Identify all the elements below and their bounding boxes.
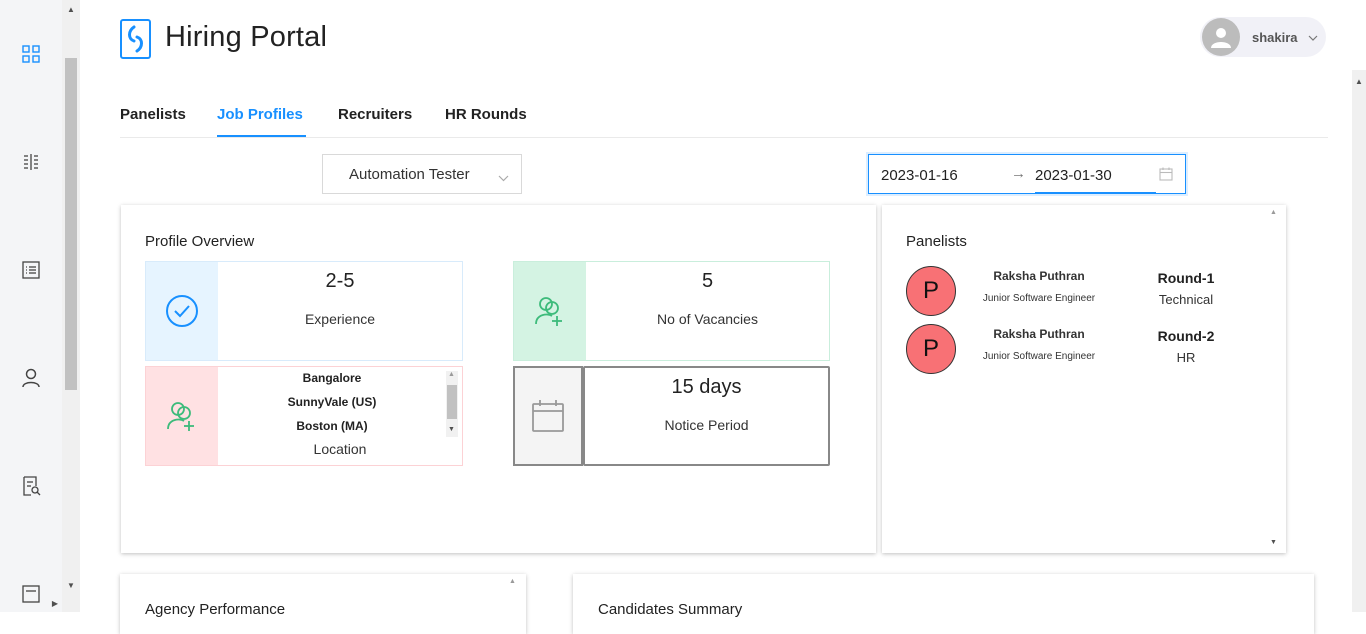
vacancies-body: 5 No of Vacancies bbox=[586, 262, 829, 360]
scroll-down-arrow-icon[interactable]: ▼ bbox=[1270, 539, 1277, 546]
end-date-input[interactable]: 2023-01-30 bbox=[1035, 167, 1112, 184]
experience-body: 2-5 Experience bbox=[218, 262, 462, 360]
card-title: Panelists bbox=[906, 233, 967, 250]
location-scroll-thumb[interactable] bbox=[447, 385, 457, 419]
avatar bbox=[1202, 18, 1240, 56]
location-tile: Bangalore SunnyVale (US) Boston (MA) ▲ ▼… bbox=[145, 366, 463, 466]
user-icon[interactable] bbox=[20, 367, 42, 389]
vacancies-label: No of Vacancies bbox=[657, 311, 758, 327]
location-body: Bangalore SunnyVale (US) Boston (MA) ▲ ▼… bbox=[218, 367, 462, 465]
tab-job-profiles[interactable]: Job Profiles bbox=[217, 106, 303, 123]
location-item: Bangalore bbox=[302, 371, 362, 385]
start-date-input[interactable]: 2023-01-16 bbox=[881, 167, 958, 184]
rail-scroll-thumb[interactable] bbox=[65, 58, 77, 390]
vacancies-tile: 5 No of Vacancies bbox=[513, 261, 830, 361]
location-scrollbar[interactable]: ▲ ▼ bbox=[446, 371, 458, 437]
list-icon[interactable] bbox=[20, 583, 42, 605]
vacancies-value: 5 bbox=[701, 270, 714, 292]
experience-value: 2-5 bbox=[325, 270, 355, 292]
tab-hr-rounds[interactable]: HR Rounds bbox=[445, 106, 527, 123]
check-circle-icon bbox=[146, 262, 218, 360]
add-user-icon bbox=[514, 262, 586, 360]
panelist-role: Junior Software Engineer bbox=[982, 351, 1096, 362]
location-list[interactable]: Bangalore SunnyVale (US) Boston (MA) bbox=[218, 367, 446, 439]
calendar-icon[interactable] bbox=[1159, 167, 1173, 186]
page-scrollbar[interactable]: ▲ bbox=[1352, 70, 1366, 612]
chevron-down-icon bbox=[498, 169, 509, 186]
card-title: Profile Overview bbox=[145, 233, 255, 250]
profile-overview-card: Profile Overview 2-5 Experience 5 No of … bbox=[121, 205, 876, 553]
agency-performance-card: Agency Performance ▲ bbox=[120, 574, 526, 634]
scroll-right-arrow-icon[interactable]: ▶ bbox=[48, 596, 62, 610]
panelists-scrollbar[interactable]: ▲ ▼ bbox=[1267, 205, 1281, 553]
panelist-round-type: Technical bbox=[1158, 292, 1214, 307]
panelist-name: Raksha Puthran bbox=[993, 327, 1085, 341]
candidates-summary-card: Candidates Summary bbox=[573, 574, 1314, 634]
notice-period-label: Notice Period bbox=[664, 417, 749, 433]
notice-period-value: 15 days bbox=[671, 376, 742, 398]
location-label: Location bbox=[313, 441, 367, 457]
dashboard-icon[interactable] bbox=[20, 43, 42, 65]
app-logo-icon bbox=[120, 19, 151, 59]
user-menu[interactable]: shakira bbox=[1200, 17, 1326, 57]
panelist-role: Junior Software Engineer bbox=[982, 293, 1096, 304]
job-profile-value: Automation Tester bbox=[349, 165, 470, 183]
tab-recruiters[interactable]: Recruiters bbox=[338, 106, 412, 123]
active-date-indicator bbox=[1035, 192, 1156, 194]
date-range-picker[interactable]: 2023-01-16 → 2023-01-30 bbox=[868, 154, 1186, 194]
app-title: Hiring Portal bbox=[165, 21, 328, 53]
tab-divider bbox=[120, 137, 1328, 138]
scroll-up-arrow-icon[interactable]: ▲ bbox=[448, 371, 455, 378]
user-name: shakira bbox=[1252, 29, 1298, 45]
scroll-down-arrow-icon[interactable]: ▼ bbox=[448, 426, 455, 433]
panelist-name: Raksha Puthran bbox=[993, 269, 1085, 283]
chevron-down-icon bbox=[1308, 28, 1318, 46]
experience-tile: 2-5 Experience bbox=[145, 261, 463, 361]
job-profile-select[interactable]: Automation Tester bbox=[322, 154, 522, 194]
active-tab-indicator bbox=[217, 135, 306, 137]
notice-period-body: 15 days Notice Period bbox=[583, 366, 830, 466]
scroll-up-arrow-icon[interactable]: ▲ bbox=[62, 2, 80, 16]
location-item: Boston (MA) bbox=[296, 419, 368, 433]
range-arrow-icon: → bbox=[1011, 165, 1026, 182]
tab-panelists[interactable]: Panelists bbox=[120, 106, 186, 123]
panelist-round: Round-1 bbox=[1157, 270, 1215, 286]
location-item: SunnyVale (US) bbox=[287, 395, 377, 409]
panelist-round-type: HR bbox=[1176, 350, 1196, 365]
list-icon[interactable] bbox=[20, 259, 42, 281]
notice-period-tile: 15 days Notice Period bbox=[513, 366, 830, 466]
card-title: Agency Performance bbox=[145, 601, 286, 618]
experience-label: Experience bbox=[304, 311, 376, 327]
scroll-up-arrow-icon[interactable]: ▲ bbox=[1270, 209, 1277, 216]
avatar: P bbox=[906, 266, 956, 316]
columns-icon[interactable] bbox=[20, 151, 42, 173]
calendar-icon bbox=[513, 366, 583, 466]
panelist-round: Round-2 bbox=[1157, 328, 1215, 344]
scroll-up-arrow-icon[interactable]: ▲ bbox=[509, 578, 516, 585]
scroll-down-arrow-icon[interactable]: ▼ bbox=[62, 578, 80, 592]
avatar: P bbox=[906, 324, 956, 374]
scroll-up-arrow-icon[interactable]: ▲ bbox=[1352, 74, 1366, 88]
add-user-icon bbox=[146, 367, 218, 465]
card-title: Candidates Summary bbox=[598, 601, 743, 618]
panelists-card: Panelists P Raksha Puthran Junior Softwa… bbox=[882, 205, 1286, 553]
report-icon[interactable] bbox=[20, 475, 42, 497]
